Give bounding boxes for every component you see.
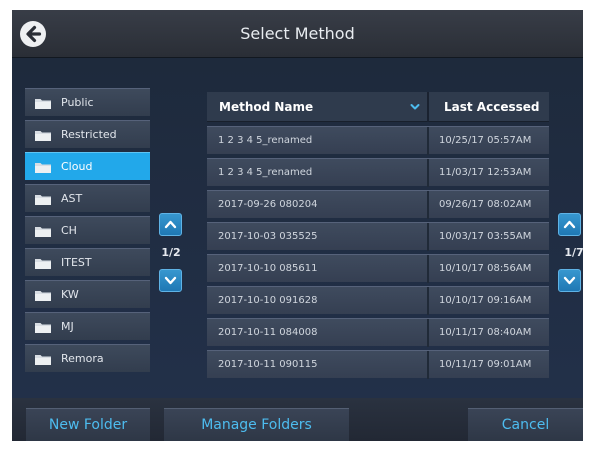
last-accessed-cell: 10/10/17 09:16AM — [439, 295, 532, 306]
last-accessed-cell: 11/03/17 12:53AM — [439, 167, 532, 178]
method-scroll-up-button[interactable] — [558, 213, 581, 236]
table-row[interactable]: 2017-10-03 035525 10/03/17 03:55AM — [207, 222, 549, 251]
folder-label: Cloud — [61, 160, 93, 173]
method-name-cell: 2017-10-11 090115 — [218, 359, 318, 370]
method-scroll-down-button[interactable] — [558, 269, 581, 292]
column-divider — [427, 127, 429, 155]
folder-item-mj[interactable]: MJ — [25, 312, 150, 340]
column-divider — [427, 255, 429, 283]
table-row[interactable]: 2017-10-10 085611 10/10/17 08:56AM — [207, 254, 549, 283]
folder-icon — [34, 193, 52, 209]
column-divider — [427, 287, 429, 315]
last-accessed-cell: 09/26/17 08:02AM — [439, 199, 532, 210]
method-name-cell: 2017-10-11 084008 — [218, 327, 318, 338]
table-row[interactable]: 2017-10-11 090115 10/11/17 09:01AM — [207, 350, 549, 379]
method-name-cell: 2017-10-10 091628 — [218, 295, 318, 306]
folder-icon — [34, 257, 52, 273]
folder-scroll-up-button[interactable] — [159, 213, 182, 236]
folder-item-restricted[interactable]: Restricted — [25, 120, 150, 148]
folder-label: CH — [61, 224, 77, 237]
method-page-indicator: 1/7 — [564, 246, 583, 259]
page-title: Select Method — [240, 24, 355, 43]
chevron-down-icon — [563, 276, 576, 285]
column-header-method-name[interactable]: Method Name — [219, 92, 313, 122]
table-row[interactable]: 2017-09-26 080204 09/26/17 08:02AM — [207, 190, 549, 219]
table-row[interactable]: 2017-10-10 091628 10/10/17 09:16AM — [207, 286, 549, 315]
folder-icon — [34, 321, 52, 337]
column-divider — [427, 319, 429, 347]
column-divider — [427, 92, 429, 122]
folder-label: AST — [61, 192, 83, 205]
folder-item-itest[interactable]: ITEST — [25, 248, 150, 276]
folder-item-cloud[interactable]: Cloud — [25, 152, 150, 180]
folder-label: KW — [61, 288, 79, 301]
cancel-button[interactable]: Cancel — [468, 408, 583, 441]
folder-label: ITEST — [61, 256, 92, 269]
folder-icon — [34, 161, 52, 177]
last-accessed-cell: 10/10/17 08:56AM — [439, 263, 532, 274]
folder-icon — [34, 353, 52, 369]
folder-label: Restricted — [61, 128, 117, 141]
folder-item-remora[interactable]: Remora — [25, 344, 150, 372]
method-name-cell: 1 2 3 4 5_renamed — [218, 135, 313, 146]
folder-label: MJ — [61, 320, 74, 333]
chevron-up-icon — [563, 220, 576, 229]
content-area: Public Restricted Cloud AST CH ITEST KW MJ Remor… — [12, 58, 583, 398]
method-table: Method Name Last Accessed 1 2 3 4 5_rena… — [207, 92, 549, 379]
column-divider — [427, 191, 429, 219]
table-body: 1 2 3 4 5_renamed 10/25/17 05:57AM 1 2 3 4… — [207, 126, 549, 379]
folder-icon — [34, 97, 52, 113]
column-header-last-accessed[interactable]: Last Accessed — [444, 92, 539, 122]
table-row[interactable]: 1 2 3 4 5_renamed 10/25/17 05:57AM — [207, 126, 549, 155]
column-divider — [427, 159, 429, 187]
new-folder-button[interactable]: New Folder — [26, 408, 150, 441]
method-name-cell: 2017-09-26 080204 — [218, 199, 318, 210]
column-divider — [427, 351, 429, 379]
last-accessed-cell: 10/11/17 08:40AM — [439, 327, 532, 338]
folder-item-kw[interactable]: KW — [25, 280, 150, 308]
chevron-down-icon — [164, 276, 177, 285]
method-name-cell: 2017-10-10 085611 — [218, 263, 318, 274]
folder-list: Public Restricted Cloud AST CH ITEST KW MJ Remor… — [25, 88, 150, 376]
sort-chevron-down-icon[interactable] — [410, 103, 420, 111]
footer-bar: New Folder Manage Folders Cancel — [12, 398, 583, 441]
folder-page-indicator: 1/2 — [161, 246, 181, 259]
table-row[interactable]: 2017-10-11 084008 10/11/17 08:40AM — [207, 318, 549, 347]
column-divider — [427, 223, 429, 251]
folder-label: Public — [61, 96, 94, 109]
folder-icon — [34, 289, 52, 305]
last-accessed-cell: 10/03/17 03:55AM — [439, 231, 532, 242]
folder-icon — [34, 225, 52, 241]
folder-label: Remora — [61, 352, 104, 365]
chevron-up-icon — [164, 220, 177, 229]
table-row[interactable]: 1 2 3 4 5_renamed 11/03/17 12:53AM — [207, 158, 549, 187]
method-name-cell: 2017-10-03 035525 — [218, 231, 318, 242]
manage-folders-button[interactable]: Manage Folders — [164, 408, 349, 441]
last-accessed-cell: 10/25/17 05:57AM — [439, 135, 532, 146]
folder-scroll-down-button[interactable] — [159, 269, 182, 292]
folder-item-ast[interactable]: AST — [25, 184, 150, 212]
method-name-cell: 1 2 3 4 5_renamed — [218, 167, 313, 178]
folder-item-ch[interactable]: CH — [25, 216, 150, 244]
folder-icon — [34, 129, 52, 145]
select-method-screen: Select Method Public Restricted Cloud AST CH… — [12, 10, 583, 441]
folder-item-public[interactable]: Public — [25, 88, 150, 116]
last-accessed-cell: 10/11/17 09:01AM — [439, 359, 532, 370]
table-header: Method Name Last Accessed — [207, 92, 549, 122]
header-bar: Select Method — [12, 10, 583, 58]
